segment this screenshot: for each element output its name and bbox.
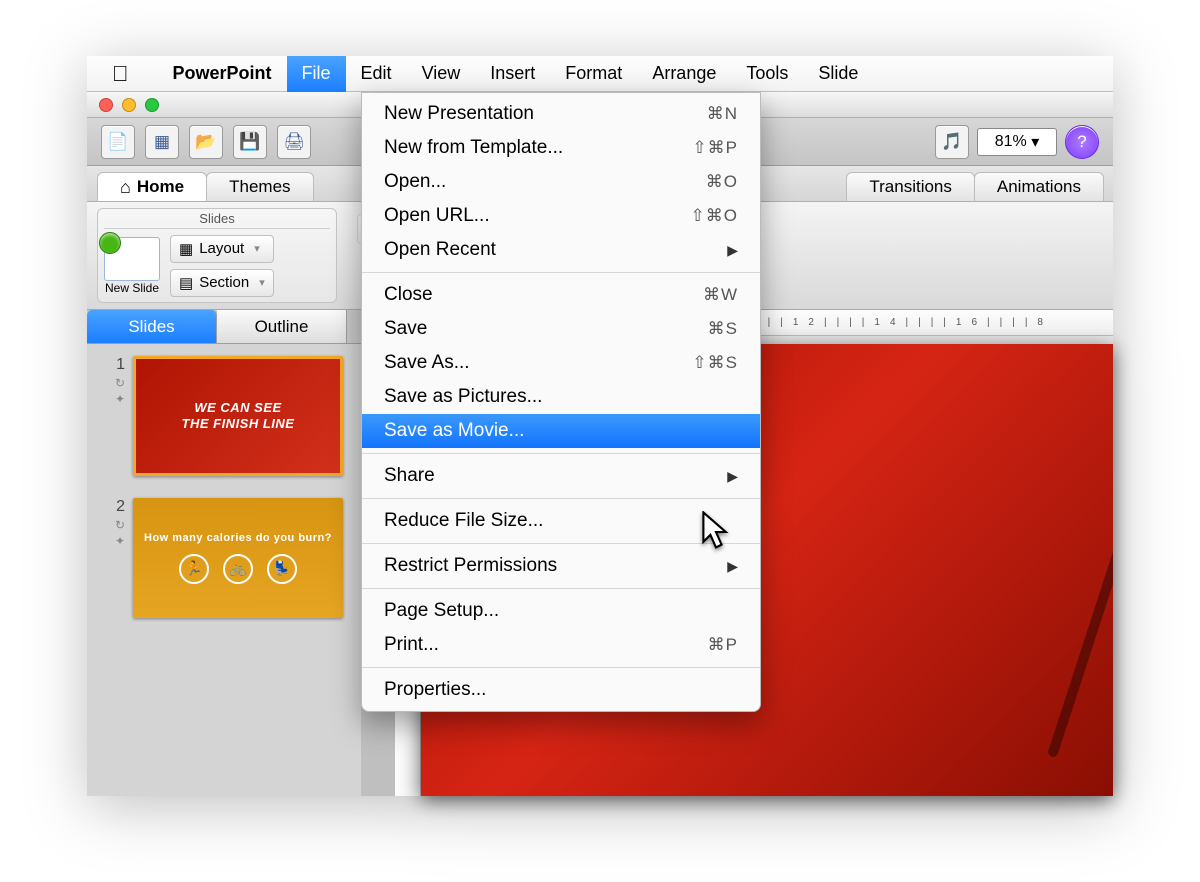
mouse-cursor-icon	[702, 511, 730, 549]
menu-item-reduce-file-size[interactable]: Reduce File Size...	[362, 504, 760, 538]
thumb-number: 2	[116, 498, 125, 516]
open-icon[interactable]: 📂	[189, 125, 223, 159]
menu-item-page-setup[interactable]: Page Setup...	[362, 594, 760, 628]
tab-transitions[interactable]: Transitions	[846, 172, 975, 201]
menu-item-new-presentation[interactable]: New Presentation⌘N	[362, 97, 760, 131]
window-zoom-button[interactable]	[145, 98, 159, 112]
slide-thumbnails: 1 ↻ ✦ WE CAN SEE THE FINISH LINE 2 ↻ ✦ How m…	[87, 344, 361, 796]
menu-file[interactable]: File	[287, 56, 346, 92]
star-icon: ✦	[115, 534, 125, 548]
menu-format[interactable]: Format	[550, 56, 637, 92]
star-icon: ✦	[115, 392, 125, 406]
layout-button[interactable]: ▦Layout	[170, 235, 274, 263]
menubar[interactable]:  PowerPoint File Edit View Insert Forma…	[87, 56, 1113, 92]
menu-item-share[interactable]: Share▶	[362, 459, 760, 493]
panel-tab-slides[interactable]: Slides	[87, 310, 217, 343]
thumb-1[interactable]: WE CAN SEE THE FINISH LINE	[133, 356, 343, 476]
slides-group-label: Slides	[104, 211, 330, 229]
help-icon[interactable]: ?	[1065, 125, 1099, 159]
media-icon[interactable]: 🎵	[935, 125, 969, 159]
save-icon[interactable]: 💾	[233, 125, 267, 159]
menu-item-open[interactable]: Open...⌘O	[362, 165, 760, 199]
zoom-level[interactable]: 81% ▾	[977, 128, 1057, 156]
menu-item-save-as-pictures[interactable]: Save as Pictures...	[362, 380, 760, 414]
slides-group: Slides New Slide ▦Layout ▤Section	[97, 208, 337, 303]
menu-edit[interactable]: Edit	[346, 56, 407, 92]
tab-animations[interactable]: Animations	[974, 172, 1104, 201]
new-slide-button[interactable]: New Slide	[104, 237, 160, 295]
menu-item-print[interactable]: Print...⌘P	[362, 628, 760, 662]
apple-menu[interactable]: 	[97, 56, 144, 92]
menu-view[interactable]: View	[407, 56, 476, 92]
menu-item-close[interactable]: Close⌘W	[362, 278, 760, 312]
window-minimize-button[interactable]	[122, 98, 136, 112]
thumb-row-2[interactable]: 2 ↻ ✦ How many calories do you burn? 🏃🚲💺	[95, 498, 353, 618]
tab-home[interactable]: Home	[97, 172, 207, 201]
window-close-button[interactable]	[99, 98, 113, 112]
menu-item-save-as[interactable]: Save As...⇧⌘S	[362, 346, 760, 380]
new-doc-icon[interactable]: 📄	[101, 125, 135, 159]
app-name[interactable]: PowerPoint	[158, 56, 287, 92]
menu-item-restrict-permissions[interactable]: Restrict Permissions▶	[362, 549, 760, 583]
panel-tab-outline[interactable]: Outline	[217, 310, 347, 343]
menu-item-open-recent[interactable]: Open Recent▶	[362, 233, 760, 267]
menu-tools[interactable]: Tools	[731, 56, 803, 92]
play-icon: ↻	[115, 376, 125, 390]
menu-insert[interactable]: Insert	[475, 56, 550, 92]
gallery-icon[interactable]: ▦	[145, 125, 179, 159]
print-icon[interactable]: 🖨	[277, 125, 311, 159]
menu-item-open-url[interactable]: Open URL...⇧⌘O	[362, 199, 760, 233]
menu-item-save[interactable]: Save⌘S	[362, 312, 760, 346]
thumb-2[interactable]: How many calories do you burn? 🏃🚲💺	[133, 498, 343, 618]
thumb-number: 1	[116, 356, 125, 374]
menu-item-new-from-template[interactable]: New from Template...⇧⌘P	[362, 131, 760, 165]
menu-slide[interactable]: Slide	[803, 56, 873, 92]
menu-item-save-as-movie[interactable]: Save as Movie...	[362, 414, 760, 448]
file-dropdown[interactable]: New Presentation⌘NNew from Template...⇧⌘…	[361, 92, 761, 712]
panel-tabs: Slides Outline	[87, 310, 361, 344]
thumb-row-1[interactable]: 1 ↻ ✦ WE CAN SEE THE FINISH LINE	[95, 356, 353, 476]
tab-themes[interactable]: Themes	[206, 172, 313, 201]
section-button[interactable]: ▤Section	[170, 269, 274, 297]
menu-arrange[interactable]: Arrange	[637, 56, 731, 92]
menu-item-properties[interactable]: Properties...	[362, 673, 760, 707]
play-icon: ↻	[115, 518, 125, 532]
